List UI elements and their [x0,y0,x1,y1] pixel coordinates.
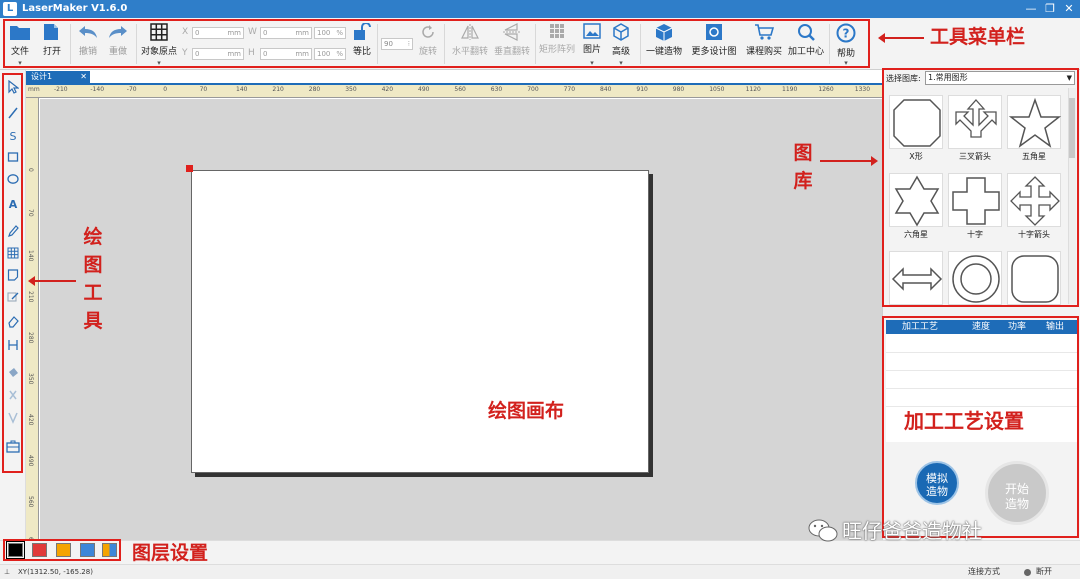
ruler-tick-label: 1050 [709,86,725,93]
ruler-tick-label: 280 [308,86,321,93]
ruler-tick-label: 350 [27,373,34,385]
ruler-tick-label: 0 [27,168,34,172]
ruler-tick-label: 140 [27,250,34,262]
connect-label: 连接方式 [968,567,1000,576]
app-title: LaserMaker V1.6.0 [22,3,128,14]
toolbar-highlight [3,19,870,68]
ruler-tick-label: 140 [236,86,248,93]
ruler-tick-label: 490 [418,86,430,93]
ruler-unit: mm [28,86,40,93]
ruler-tick-label: -210 [54,86,68,93]
work-area-sheet[interactable] [191,170,649,473]
ruler-tick-label: 490 [27,455,34,467]
process-annotation: 加工工艺设置 [904,409,1024,433]
library-annotation-2: 库 [793,170,813,192]
tools-arrow [28,276,76,286]
tools-annotation-3: 工 [83,282,103,304]
ruler-tick-label: 560 [27,496,34,508]
ruler-tick-label: 210 [27,291,34,303]
tools-annotation-2: 图 [83,254,103,276]
restore-button[interactable]: ❐ [1043,1,1057,16]
ruler-tick-label: 210 [272,86,284,93]
wechat-icon [808,519,838,542]
top-ruler: mm -210 -140 -70 0 70 140 210 280 350 420 490 560 63… [26,85,882,98]
minimize-button[interactable]: — [1024,1,1038,16]
ruler-tick-label: -140 [90,86,105,93]
connection-status-icon [1024,569,1031,576]
tools-annotation-1: 绘 [83,226,103,248]
status-bar: ⊥ XY(1312.50, -165.28) 连接方式 断开 [0,564,1080,579]
canvas-annotation: 绘图画布 [488,400,565,422]
layers-annotation: 图层设置 [132,542,209,564]
ruler-tick-label: 840 [600,86,612,93]
library-highlight [882,68,1079,307]
toolbar-arrow [878,33,924,43]
title-bar: L LaserMaker V1.6.0 — ❐ ✕ [0,0,1080,18]
tab-label: 设计1 [31,72,53,81]
ruler-tick-label: 420 [27,414,34,426]
close-tab-icon[interactable]: ✕ [80,71,87,83]
layers-highlight [3,539,121,561]
ruler-tick-label: 280 [27,332,34,344]
ruler-tick-label: 420 [381,86,394,93]
ruler-tick-label: 70 [27,209,34,217]
toolbar-annotation: 工具菜单栏 [930,26,1026,48]
library-arrow [820,156,878,166]
tools-annotation-4: 具 [83,310,103,332]
left-ruler: 070140210280350420490560630 [26,98,39,548]
ruler-tick-label: 1330 [854,86,871,93]
ruler-tick-label: 560 [454,86,466,93]
ruler-tick-label: 1260 [818,86,834,93]
connection-state: 断开 [1036,567,1052,576]
ruler-tick-label: 700 [527,86,539,93]
ruler-tick-label: 980 [672,86,685,93]
origin-handle[interactable] [186,165,193,172]
ruler-tick-label: 350 [345,86,357,93]
ruler-tick-label: 0 [163,86,168,93]
ruler-tick-label: -70 [126,86,137,93]
ruler-tick-label: 70 [199,86,208,93]
coords-readout: XY(1312.50, -165.28) [18,568,93,576]
lasermaker-window: L LaserMaker V1.6.0 — ❐ ✕ 文件 ▾ 打开 撤销 重做 对… [0,0,1080,579]
close-window-button[interactable]: ✕ [1062,1,1076,16]
ruler-tick-label: 1190 [782,86,798,93]
ruler-tick-label: 1120 [745,86,761,93]
ruler-tick-label: 910 [636,86,648,93]
tab-design-1[interactable]: 设计1 ✕ [26,71,90,83]
tools-highlight [2,73,23,473]
watermark-text: 旺仔爸爸造物社 [842,519,982,543]
crosshair-icon: ⊥ [4,568,11,576]
ruler-tick-label: 770 [563,86,576,93]
library-annotation-1: 图 [793,142,813,164]
ruler-tick-label: 630 [490,86,503,93]
app-logo-icon: L [3,2,17,16]
